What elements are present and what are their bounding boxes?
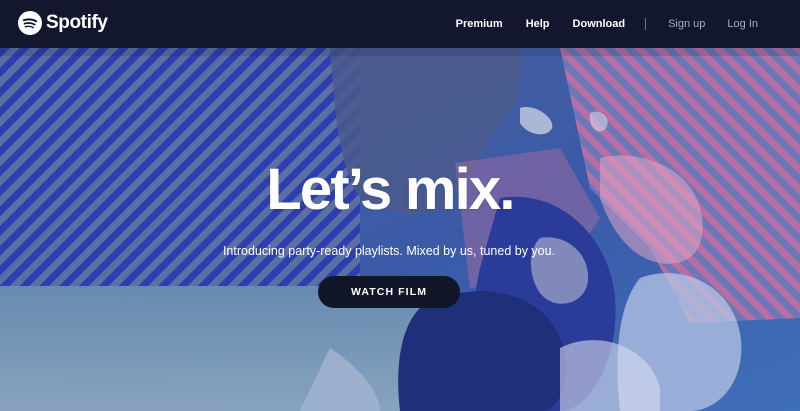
hero-background-art <box>0 48 800 411</box>
nav-link-signup[interactable]: Sign up <box>668 18 705 30</box>
spotify-logo-icon <box>18 11 42 35</box>
nav-link-download[interactable]: Download <box>573 18 626 30</box>
hero-subheadline: Introducing party-ready playlists. Mixed… <box>222 244 556 258</box>
watch-film-button[interactable]: WATCH FILM <box>318 276 460 308</box>
main-nav: Premium Help Download Sign up Log In <box>456 0 758 48</box>
nav-divider <box>645 18 647 30</box>
hero-section: Let’s mix. Introducing party-ready playl… <box>0 48 800 411</box>
top-navbar: Spotify Premium Help Download Sign up Lo… <box>0 0 800 48</box>
spotify-logo[interactable]: Spotify <box>18 11 108 35</box>
nav-link-login[interactable]: Log In <box>727 18 758 30</box>
brand-name: Spotify <box>46 12 108 33</box>
nav-link-premium[interactable]: Premium <box>456 18 503 30</box>
nav-link-help[interactable]: Help <box>526 18 550 30</box>
hero-headline: Let’s mix. <box>266 157 515 222</box>
